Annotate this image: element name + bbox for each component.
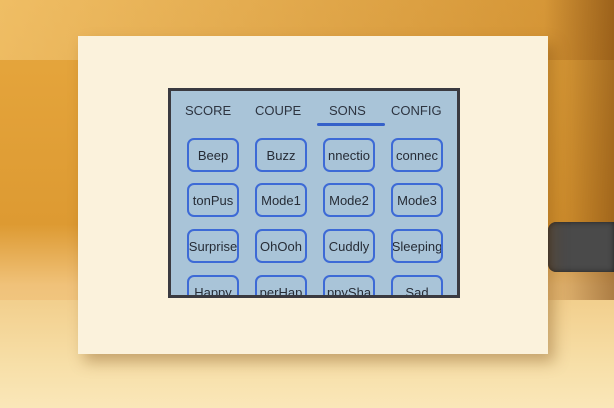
- sound-button-happy[interactable]: Happy: [187, 275, 239, 295]
- tab-score[interactable]: SCORE: [185, 103, 231, 118]
- sound-button-button-pushed[interactable]: tonPus: [187, 183, 239, 217]
- tab-coupe[interactable]: COUPE: [255, 103, 301, 118]
- sound-button-cuddly[interactable]: Cuddly: [323, 229, 375, 263]
- sound-button-sleeping[interactable]: Sleeping: [391, 229, 443, 263]
- sound-button-connection[interactable]: nnectio: [323, 138, 375, 172]
- usb-cable: [548, 222, 614, 272]
- sound-button-sad[interactable]: Sad: [391, 275, 443, 295]
- sound-button-happy-short[interactable]: ppySha: [323, 275, 375, 295]
- sound-button-buzz[interactable]: Buzz: [255, 138, 307, 172]
- tab-sons[interactable]: SONS: [329, 103, 366, 118]
- sound-button-mode1[interactable]: Mode1: [255, 183, 307, 217]
- sound-button-mode2[interactable]: Mode2: [323, 183, 375, 217]
- sound-button-surprise[interactable]: Surprise: [187, 229, 239, 263]
- sound-button-mode3[interactable]: Mode3: [391, 183, 443, 217]
- sound-button-super-happy[interactable]: perHap: [255, 275, 307, 295]
- touch-screen: SCORE COUPE SONS CONFIG Beep Buzz nnecti…: [168, 88, 460, 298]
- tab-config[interactable]: CONFIG: [391, 103, 442, 118]
- sound-button-ohooh[interactable]: OhOoh: [255, 229, 307, 263]
- tab-bar: SCORE COUPE SONS CONFIG: [171, 91, 457, 127]
- active-tab-indicator: [317, 123, 385, 126]
- sound-button-beep[interactable]: Beep: [187, 138, 239, 172]
- sound-button-connected[interactable]: connec: [391, 138, 443, 172]
